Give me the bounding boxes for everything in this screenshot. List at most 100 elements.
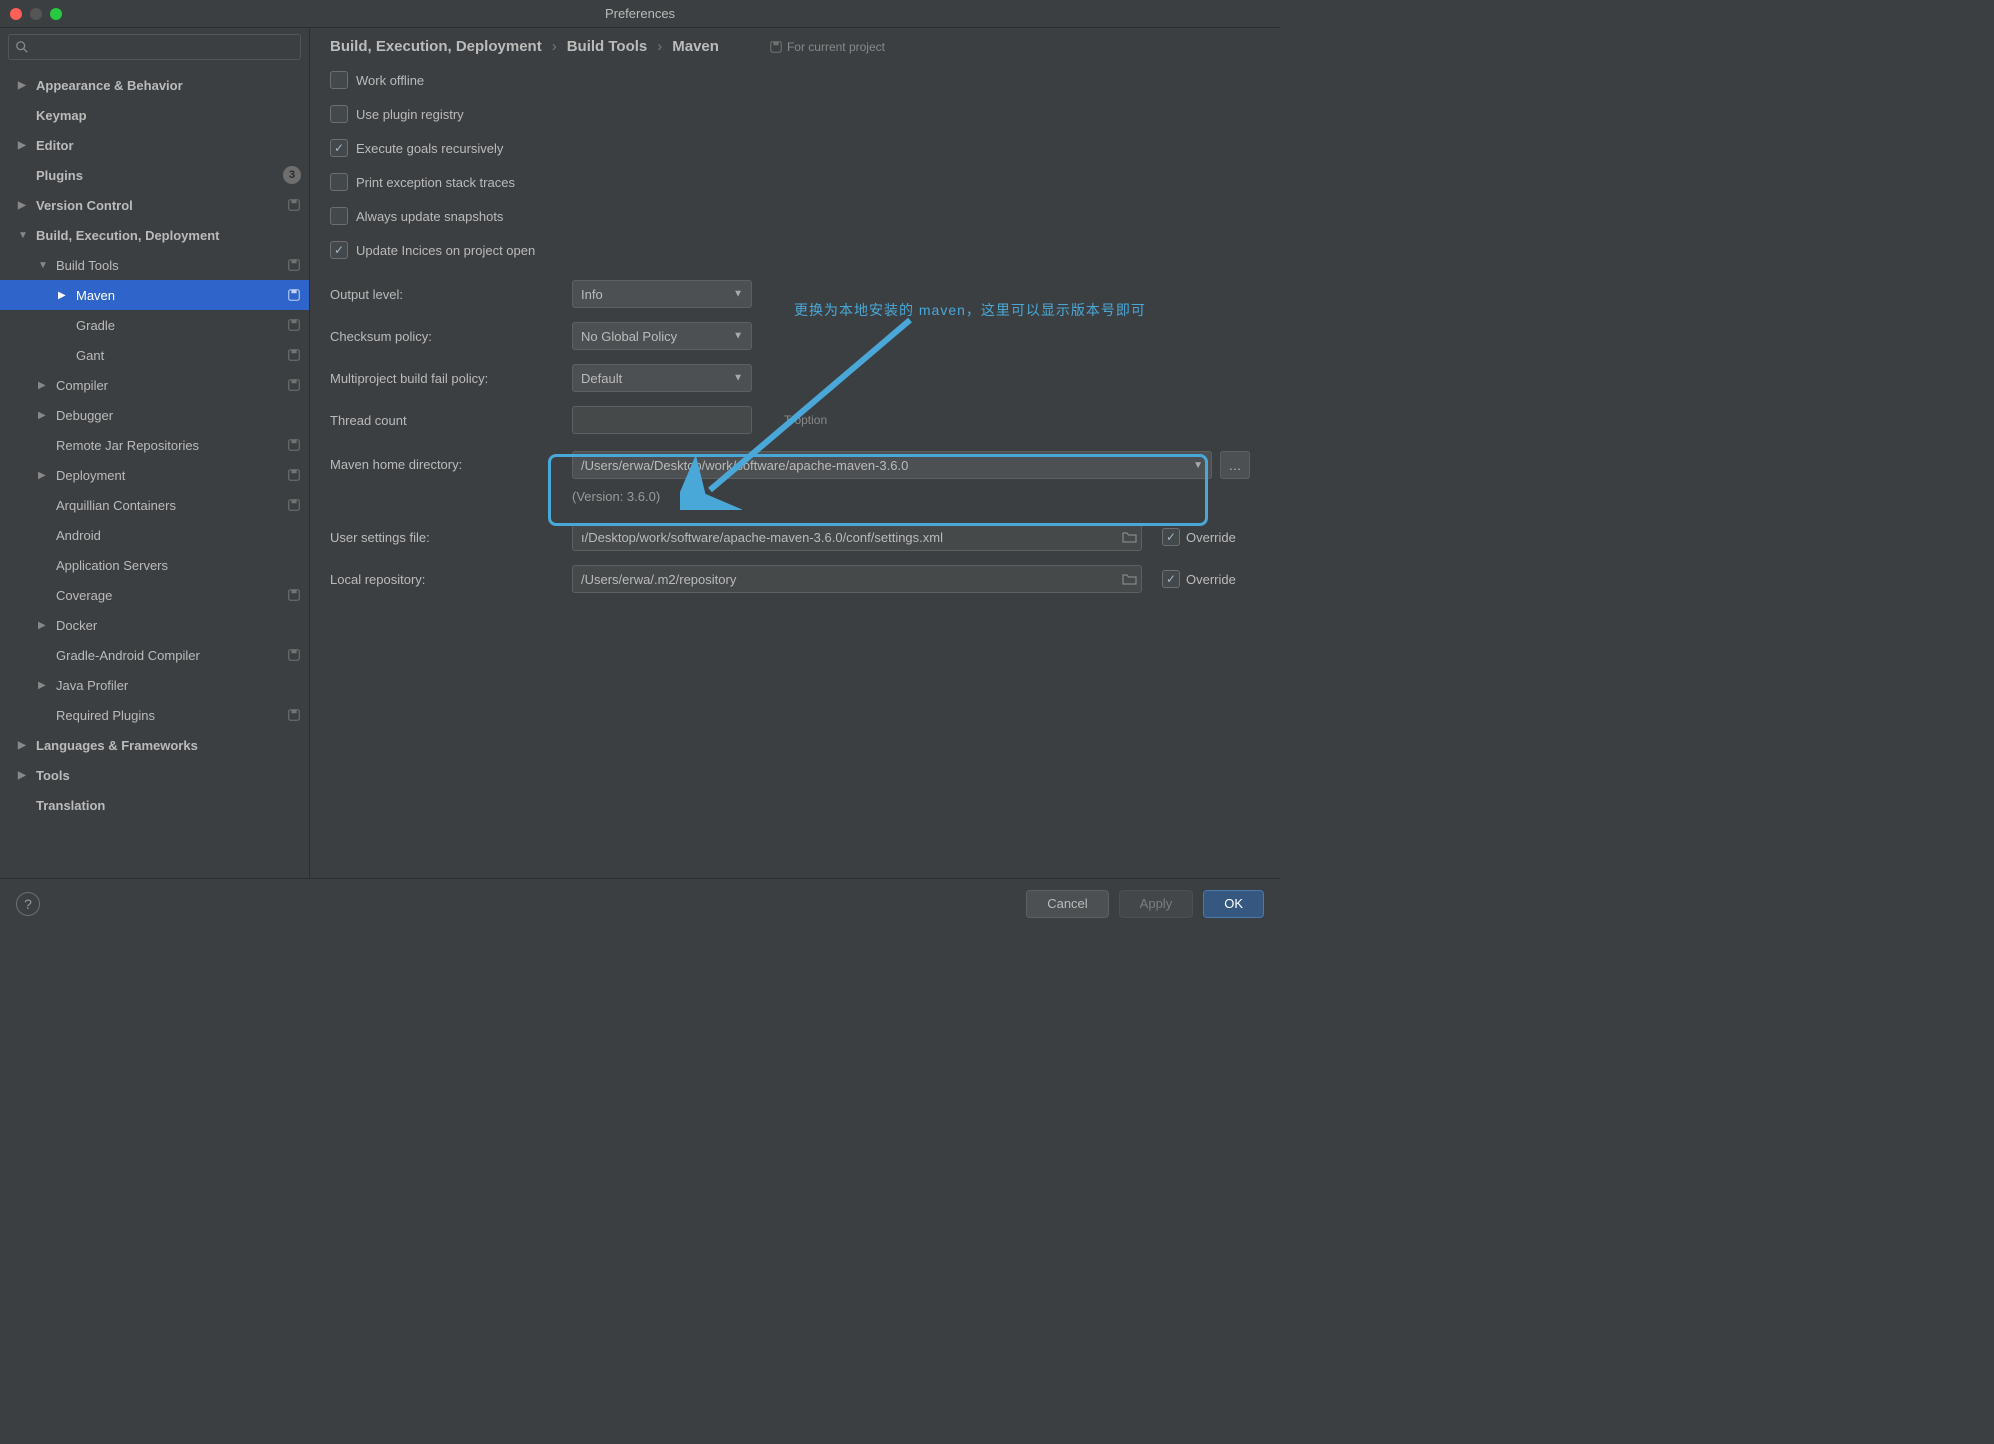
sidebar-item-build-execution-deployment[interactable]: ▼ Build, Execution, Deployment [0,220,309,250]
for-current-project-tag: For current project [769,40,885,54]
label-checksum: Checksum policy: [330,329,560,344]
cancel-button[interactable]: Cancel [1026,890,1108,918]
sidebar-item-label: Build, Execution, Deployment [36,228,301,243]
checkbox-override-user-settings[interactable]: Override [1162,528,1236,546]
sidebar-item-maven[interactable]: ▶Maven [0,280,309,310]
sidebar-item-label: Application Servers [56,558,301,573]
sidebar-item-tools[interactable]: ▶Tools [0,760,309,790]
window-title: Preferences [0,6,1280,21]
select-checksum[interactable]: No Global Policy▼ [572,322,752,350]
checkbox-update-indices[interactable]: Update Incices on project open [330,237,1260,263]
expand-icon: ▶ [38,410,50,421]
sidebar-item-label: Java Profiler [56,678,301,693]
chevron-icon: › [552,38,557,55]
sidebar-item-docker[interactable]: ▶Docker [0,610,309,640]
project-scope-icon [287,708,301,722]
sidebar-item-label: Gradle-Android Compiler [56,648,287,663]
chevron-down-icon: ▼ [1193,460,1203,471]
sidebar-item-label: Coverage [56,588,287,603]
project-scope-icon [287,258,301,272]
sidebar-item-plugins[interactable]: Plugins3 [0,160,309,190]
sidebar-item-label: Compiler [56,378,287,393]
checkbox-override-local-repo[interactable]: Override [1162,570,1236,588]
folder-icon[interactable] [1122,573,1137,585]
breadcrumb-0[interactable]: Build, Execution, Deployment [330,38,542,55]
minimize-window[interactable] [30,8,42,20]
badge-count: 3 [283,166,301,184]
project-scope-icon [287,588,301,602]
label-output-level: Output level: [330,287,560,302]
checkbox-use-plugin-registry[interactable]: Use plugin registry [330,101,1260,127]
close-window[interactable] [10,8,22,20]
checkbox-work-offline[interactable]: Work offline [330,67,1260,93]
ok-button[interactable]: OK [1203,890,1264,918]
sidebar-item-label: Docker [56,618,301,633]
expand-icon: ▼ [18,230,30,241]
label-local-repo: Local repository: [330,572,560,587]
browse-button[interactable]: … [1220,451,1250,479]
expand-icon: ▶ [58,290,70,301]
sidebar-item-arquillian-containers[interactable]: Arquillian Containers [0,490,309,520]
help-button[interactable]: ? [16,892,40,916]
search-box[interactable] [8,34,301,60]
sidebar-item-label: Gradle [76,318,287,333]
expand-icon: ▶ [18,140,30,151]
sidebar-item-gradle[interactable]: Gradle [0,310,309,340]
sidebar-item-required-plugins[interactable]: Required Plugins [0,700,309,730]
input-local-repo[interactable]: /Users/erwa/.m2/repository [572,565,1142,593]
sidebar-item-version-control[interactable]: ▶Version Control [0,190,309,220]
sidebar-item-coverage[interactable]: Coverage [0,580,309,610]
apply-button[interactable]: Apply [1119,890,1194,918]
checkbox-execute-recursive[interactable]: Execute goals recursively [330,135,1260,161]
settings-tree[interactable]: ▶Appearance & BehaviorKeymap ▶ Editor Plugi… [0,66,309,878]
breadcrumb: Build, Execution, Deployment › Build Too… [330,38,1260,55]
expand-icon: ▶ [18,740,30,751]
sidebar-item-label: Plugins [36,168,283,183]
project-scope-icon [287,378,301,392]
sidebar-item-translation[interactable]: Translation [0,790,309,820]
input-thread-count[interactable] [572,406,752,434]
combo-maven-home[interactable]: /Users/erwa/Desktop/work/software/apache… [572,451,1212,479]
annotation-text: 更换为本地安装的 maven，这里可以显示版本号即可 [794,300,1146,320]
project-scope-icon [287,438,301,452]
sidebar-item-label: Editor [36,138,301,153]
chevron-down-icon: ▼ [733,373,743,384]
project-scope-icon [287,348,301,362]
titlebar: Preferences [0,0,1280,28]
select-multiproject[interactable]: Default▼ [572,364,752,392]
project-scope-icon [287,648,301,662]
breadcrumb-1[interactable]: Build Tools [567,38,648,55]
sidebar-item-remote-jar-repositories[interactable]: Remote Jar Repositories [0,430,309,460]
sidebar-item-label: Required Plugins [56,708,287,723]
sidebar-item-languages-frameworks[interactable]: ▶Languages & Frameworks [0,730,309,760]
checkbox-print-stack[interactable]: Print exception stack traces [330,169,1260,195]
sidebar-item-compiler[interactable]: ▶ Compiler [0,370,309,400]
sidebar-item-gant[interactable]: Gant [0,340,309,370]
sidebar-item-appearance-behavior[interactable]: ▶Appearance & Behavior [0,70,309,100]
folder-icon[interactable] [1122,531,1137,543]
label-multiproject: Multiproject build fail policy: [330,371,560,386]
select-output-level[interactable]: Info▼ [572,280,752,308]
sidebar-item-debugger[interactable]: ▶Debugger [0,400,309,430]
sidebar-item-deployment[interactable]: ▶Deployment [0,460,309,490]
sidebar-item-gradle-android-compiler[interactable]: Gradle-Android Compiler [0,640,309,670]
sidebar-item-application-servers[interactable]: Application Servers [0,550,309,580]
sidebar-item-android[interactable]: Android [0,520,309,550]
chevron-down-icon: ▼ [733,331,743,342]
project-scope-icon [287,318,301,332]
sidebar-item-java-profiler[interactable]: ▶Java Profiler [0,670,309,700]
input-user-settings[interactable]: ı/Desktop/work/software/apache-maven-3.6… [572,523,1142,551]
label-thread-count: Thread count [330,413,560,428]
expand-icon: ▼ [38,260,50,271]
traffic-lights [10,8,62,20]
sidebar-item-editor[interactable]: ▶ Editor [0,130,309,160]
sidebar-item-keymap[interactable]: Keymap [0,100,309,130]
label-maven-home: Maven home directory: [330,451,560,472]
footer: ? Cancel Apply OK [0,878,1280,928]
expand-icon: ▶ [38,380,50,391]
search-icon [15,40,29,54]
search-input[interactable] [33,40,294,54]
sidebar-item-build-tools[interactable]: ▼Build Tools [0,250,309,280]
checkbox-always-update[interactable]: Always update snapshots [330,203,1260,229]
maximize-window[interactable] [50,8,62,20]
